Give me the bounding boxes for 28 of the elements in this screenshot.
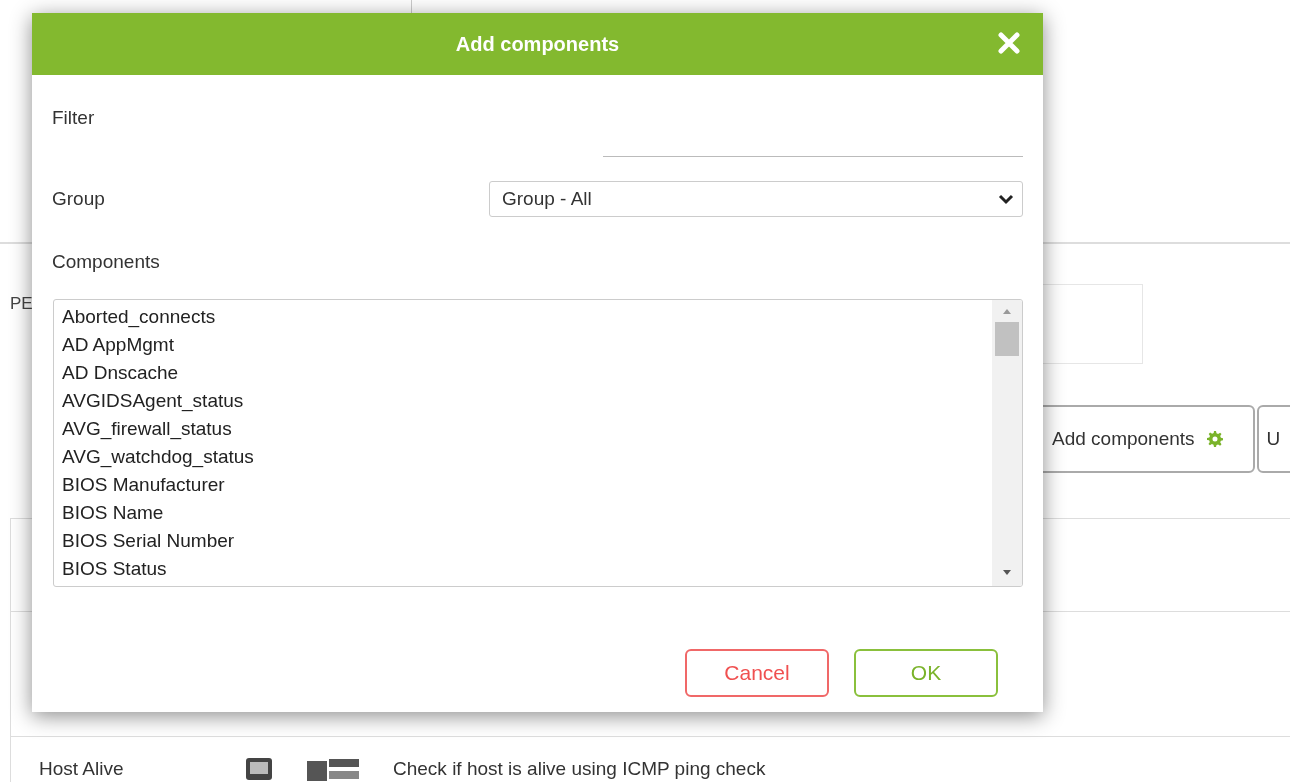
module-description: Check if host is alive using ICMP ping check bbox=[393, 758, 766, 780]
list-item[interactable]: BIOS Manufacturer bbox=[62, 471, 984, 499]
field-label: Group bbox=[52, 188, 105, 210]
list-item[interactable]: AVG_firewall_status bbox=[62, 415, 984, 443]
list-item[interactable]: AD AppMgmt bbox=[62, 331, 984, 359]
dialog-title: Add components bbox=[455, 32, 620, 56]
components-list[interactable]: Aborted_connects AD AppMgmt AD Dnscache AVGIDSAgent_status AVG_firewall_status AVG_watchdog_status BIOS Manufacturer BIOS Name BIOS Serial Number BIOS Status bbox=[53, 299, 1023, 587]
monitor-icon bbox=[245, 757, 273, 781]
close-button[interactable] bbox=[997, 31, 1021, 55]
list-item[interactable]: BIOS Status bbox=[62, 555, 984, 583]
list-item[interactable]: AVGIDSAgent_status bbox=[62, 387, 984, 415]
list-item[interactable]: Aborted_connects bbox=[62, 303, 984, 331]
list-item[interactable]: AD Dnscache bbox=[62, 359, 984, 387]
scrollbar-thumb[interactable] bbox=[995, 322, 1019, 356]
cancel-button[interactable]: Cancel bbox=[685, 649, 829, 697]
module-type-icon bbox=[307, 757, 361, 781]
chevron-down-icon bbox=[998, 193, 1014, 205]
gear-icon bbox=[1206, 431, 1223, 447]
scrollbar[interactable] bbox=[992, 300, 1022, 586]
field-label: PE bbox=[10, 294, 33, 314]
field-label: Components bbox=[52, 251, 161, 273]
field-label: Filter bbox=[52, 107, 95, 129]
toolbar-button[interactable]: U bbox=[1256, 405, 1290, 473]
list-item[interactable]: AVG_watchdog_status bbox=[62, 443, 984, 471]
list-item[interactable]: BIOS Serial Number bbox=[62, 527, 984, 555]
group-dropdown[interactable]: Group - All bbox=[489, 181, 1023, 217]
module-name: Host Alive bbox=[39, 758, 125, 780]
list-item[interactable]: BIOS Name bbox=[62, 499, 984, 527]
